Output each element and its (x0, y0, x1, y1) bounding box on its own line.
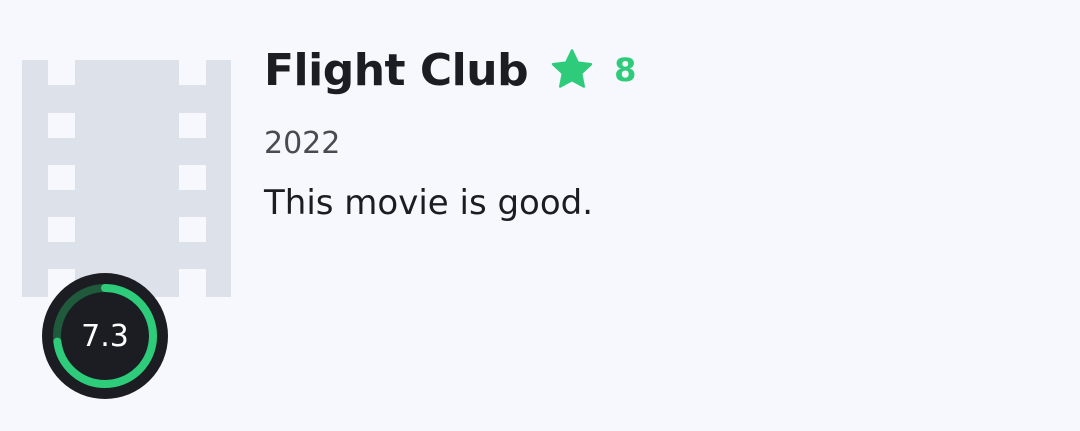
movie-title[interactable]: Flight Club (264, 45, 529, 96)
movie-info: Flight Club 8 2022 This movie is good. (264, 40, 636, 224)
title-row: Flight Club 8 (264, 40, 636, 100)
release-year: 2022 (264, 126, 341, 161)
vote-average-value: 7.3 (81, 318, 129, 354)
movie-overview: This movie is good. (264, 183, 594, 223)
poster-placeholder-film-icon (22, 60, 231, 297)
user-rating: 8 (614, 51, 637, 89)
star-icon (551, 49, 593, 88)
